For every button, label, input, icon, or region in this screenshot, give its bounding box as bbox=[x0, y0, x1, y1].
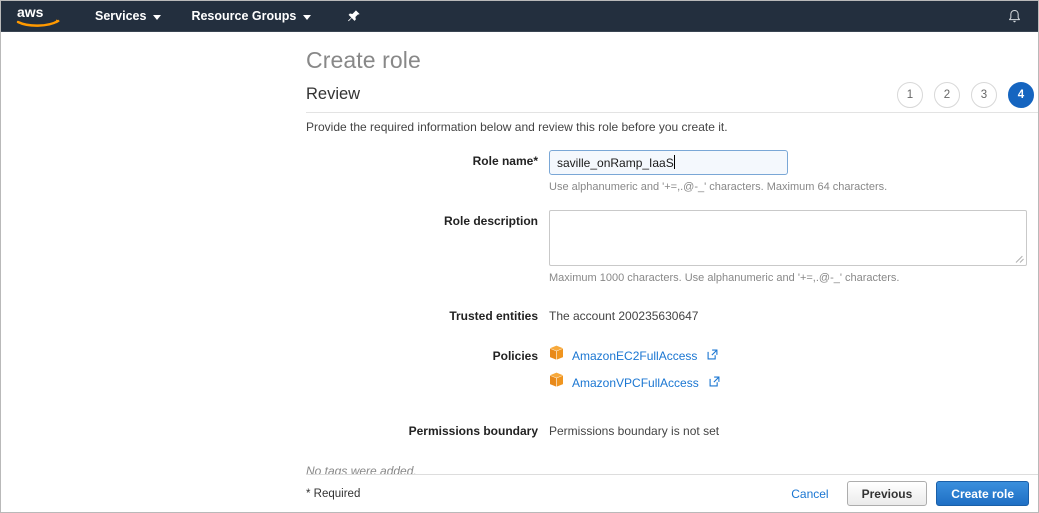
cancel-button[interactable]: Cancel bbox=[791, 487, 828, 501]
policy-item: AmazonEC2FullAccess bbox=[549, 345, 1038, 367]
aws-logo[interactable]: aws bbox=[7, 1, 71, 32]
nav-resource-groups-label: Resource Groups bbox=[191, 9, 297, 23]
previous-button[interactable]: Previous bbox=[846, 481, 928, 506]
role-name-label: Role name* bbox=[472, 154, 538, 168]
form-footer: * Required Cancel Previous Create role bbox=[306, 474, 1038, 512]
create-role-content: Create role Review Provide the required … bbox=[306, 32, 1038, 512]
policies-label: Policies bbox=[492, 349, 538, 363]
role-name-hint: Use alphanumeric and '+=,.@-_' character… bbox=[549, 181, 888, 193]
trusted-entities-row: Trusted entities The account 20023563064… bbox=[306, 305, 1038, 323]
nav-resource-groups[interactable]: Resource Groups bbox=[183, 1, 319, 32]
page-body: Create role Review Provide the required … bbox=[1, 32, 1038, 512]
role-name-row: Role name* saville_onRamp_IaaS Use alpha… bbox=[306, 150, 1038, 193]
external-link-icon[interactable] bbox=[709, 374, 720, 392]
trusted-entities-value: The account 200235630647 bbox=[549, 309, 699, 323]
nav-services[interactable]: Services bbox=[87, 1, 169, 32]
policy-link[interactable]: AmazonEC2FullAccess bbox=[572, 349, 697, 363]
step-3[interactable]: 3 bbox=[971, 82, 997, 108]
step-4[interactable]: 4 bbox=[1008, 82, 1034, 108]
role-name-input[interactable]: saville_onRamp_IaaS bbox=[549, 150, 788, 175]
intro-text: Provide the required information below a… bbox=[306, 120, 728, 134]
policy-item: AmazonVPCFullAccess bbox=[549, 372, 1038, 394]
permissions-boundary-label: Permissions boundary bbox=[408, 424, 538, 438]
role-name-value: saville_onRamp_IaaS bbox=[557, 156, 674, 170]
policy-link[interactable]: AmazonVPCFullAccess bbox=[572, 376, 699, 390]
trusted-entities-label: Trusted entities bbox=[449, 309, 538, 323]
aws-console-window: aws Services Resource Groups Create role… bbox=[0, 0, 1039, 513]
review-form: Role name* saville_onRamp_IaaS Use alpha… bbox=[306, 150, 1038, 478]
nav-services-label: Services bbox=[95, 9, 147, 23]
policies-row: Policies AmazonEC2FullAccess AmazonVPCFu… bbox=[306, 345, 1038, 394]
text-cursor bbox=[673, 155, 675, 169]
create-role-button[interactable]: Create role bbox=[936, 481, 1029, 506]
top-navigation-bar: aws Services Resource Groups bbox=[1, 1, 1038, 32]
external-link-icon[interactable] bbox=[707, 347, 718, 365]
permissions-boundary-row: Permissions boundary Permissions boundar… bbox=[306, 420, 1038, 438]
chevron-down-icon bbox=[303, 14, 312, 20]
role-description-input[interactable] bbox=[549, 210, 1027, 266]
role-description-label: Role description bbox=[443, 214, 538, 228]
policy-box-icon bbox=[549, 345, 564, 367]
chevron-down-icon bbox=[153, 14, 162, 20]
permissions-boundary-value: Permissions boundary is not set bbox=[549, 424, 720, 438]
pushpin-icon[interactable] bbox=[341, 1, 367, 32]
section-divider bbox=[306, 112, 1038, 113]
policy-box-icon bbox=[549, 372, 564, 394]
step-indicator: 1 2 3 4 bbox=[897, 82, 1034, 108]
role-description-hint: Maximum 1000 characters. Use alphanumeri… bbox=[549, 272, 900, 284]
step-2[interactable]: 2 bbox=[934, 82, 960, 108]
page-title: Create role bbox=[306, 47, 421, 73]
required-note: * Required bbox=[306, 487, 361, 500]
bell-icon[interactable] bbox=[1000, 1, 1028, 32]
role-description-row: Role description Maximum 1000 characters… bbox=[306, 210, 1038, 284]
step-1[interactable]: 1 bbox=[897, 82, 923, 108]
svg-text:aws: aws bbox=[17, 4, 44, 20]
